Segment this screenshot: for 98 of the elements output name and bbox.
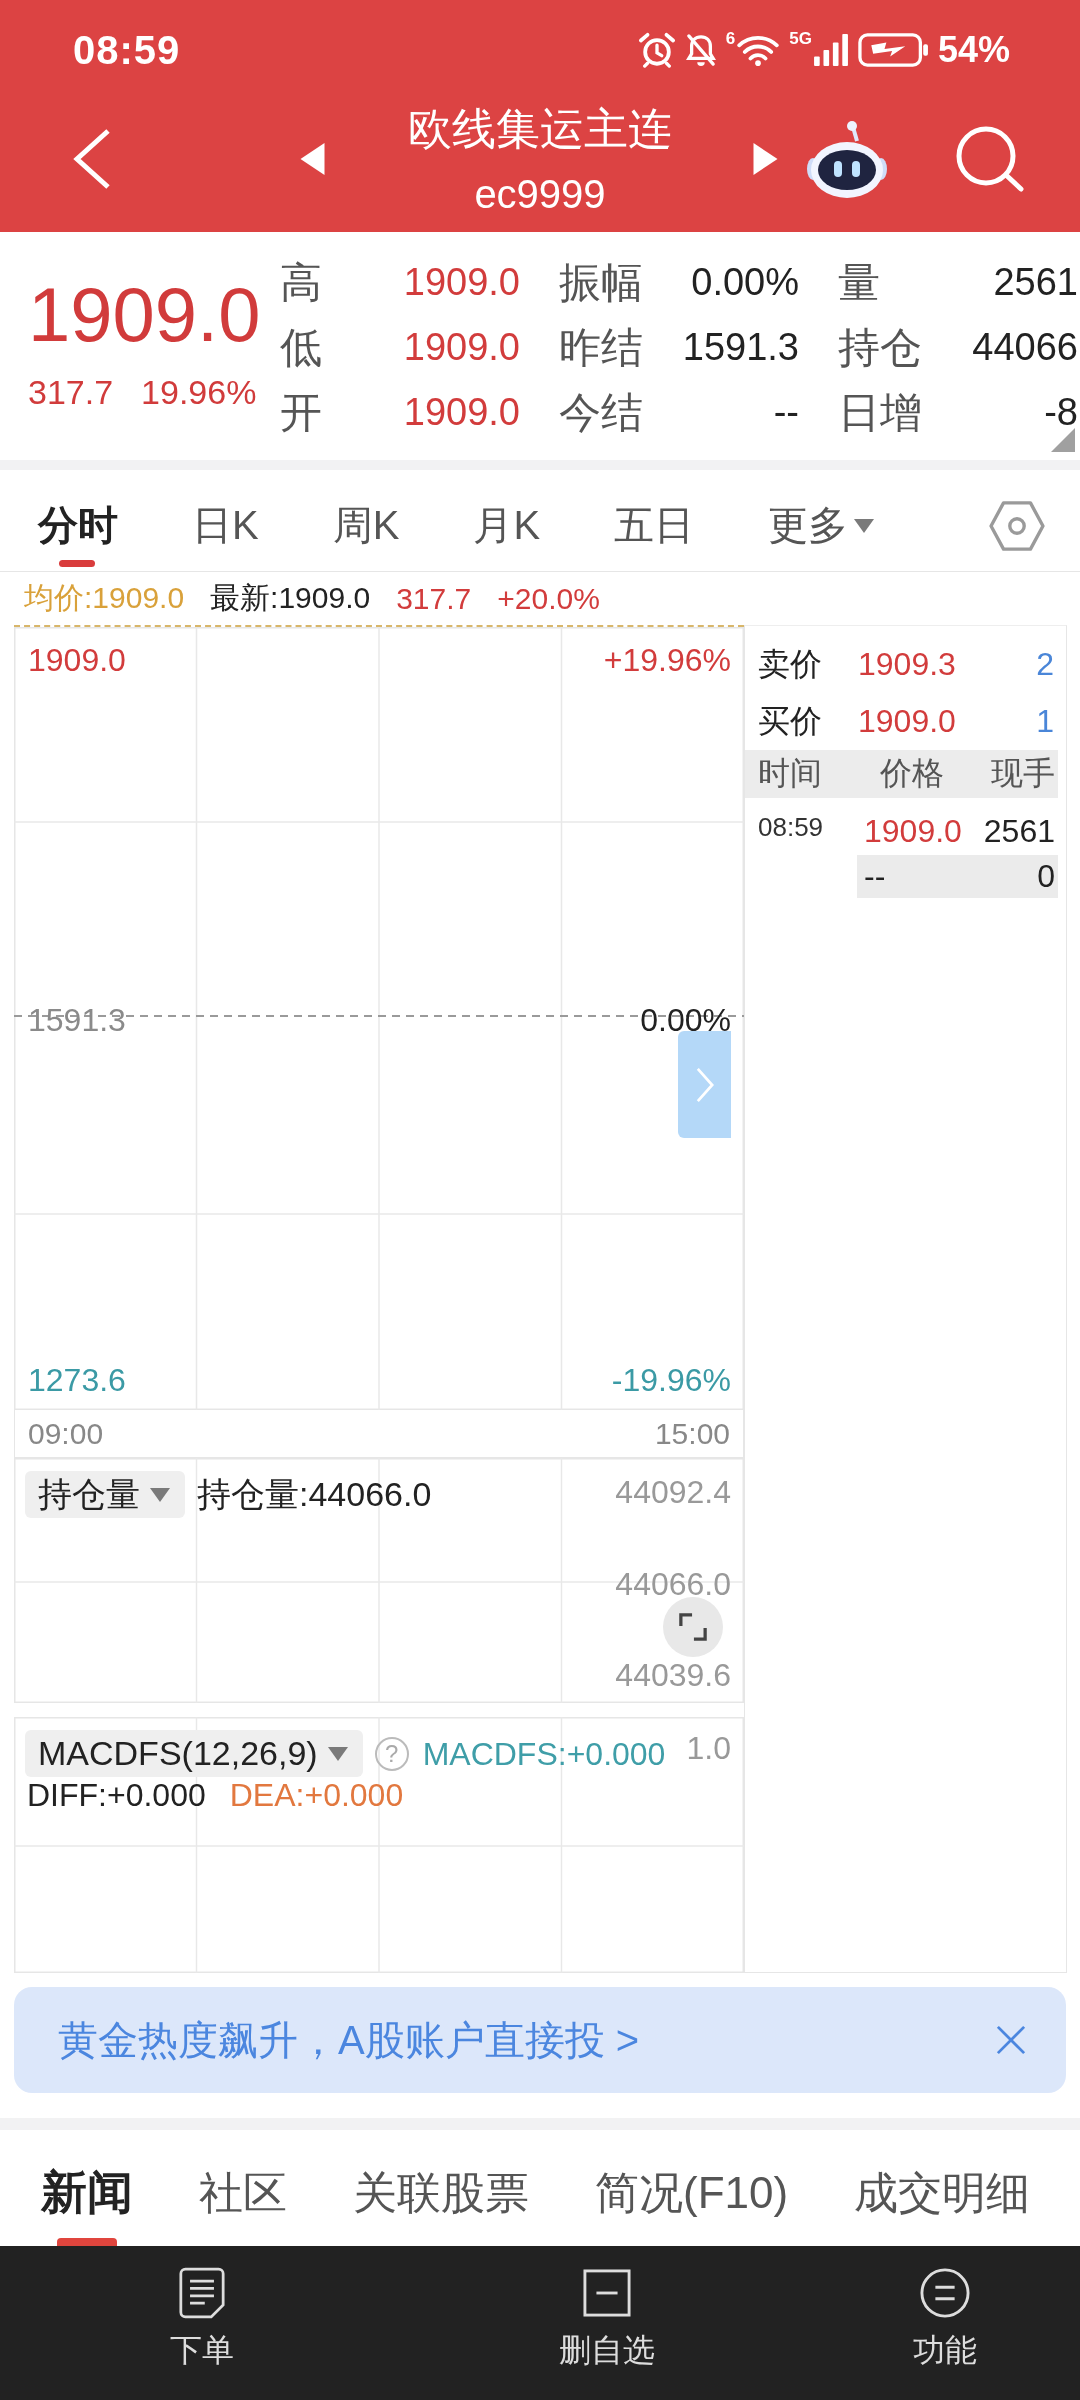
content-tab[interactable]: 社区 — [199, 2130, 287, 2246]
axis-label: 44092.4 — [615, 1474, 731, 1510]
volume-value: 2 — [1036, 646, 1054, 683]
content-tab[interactable]: 新闻 — [41, 2130, 133, 2246]
axis-label: 44066.0 — [615, 1565, 731, 1602]
table-cell-text: 1909.0 — [863, 812, 963, 851]
table-cell-text: 2561 — [982, 812, 1056, 851]
minus-square-icon — [583, 2266, 631, 2320]
quote-value: -- — [773, 391, 799, 434]
price-change: 317.7 — [28, 372, 114, 412]
content-tab[interactable]: 简况(F10) — [595, 2130, 789, 2246]
quote-label: 低 — [280, 322, 322, 373]
axis-label: 1.0 — [686, 1729, 732, 1766]
wifi-icon — [737, 34, 780, 66]
robot-icon[interactable] — [805, 119, 889, 199]
change-percent: 19.96% — [141, 372, 257, 412]
indicator-readout: DIFF:+0.000 — [27, 1777, 206, 1813]
chart-tab[interactable]: 日K — [192, 470, 259, 571]
caret-icon — [854, 518, 875, 533]
axis-label: 1273.6 — [28, 1361, 126, 1400]
indicator-dropdown[interactable]: 持仓量 — [25, 1471, 185, 1518]
quote-label: 昨结 — [559, 322, 643, 373]
quote-value: 0.00% — [691, 261, 799, 304]
table-cell: 0 — [967, 855, 1058, 898]
last-price: 1909.0 — [28, 271, 262, 359]
bell-off-icon — [685, 33, 716, 67]
table-cell: -- — [857, 855, 967, 898]
quote-label: 买价 — [758, 701, 823, 741]
network-label: 6 — [725, 30, 736, 48]
quote-value: 44066 — [972, 326, 1078, 369]
battery-icon — [857, 33, 928, 67]
nav-button[interactable]: 删自选 — [547, 2246, 667, 2400]
indicator-dropdown[interactable]: MACDFS(12,26,9) — [25, 1730, 363, 1777]
axis-label: 1909.0 — [28, 641, 126, 680]
settings-icon[interactable] — [989, 500, 1045, 551]
quote-label: 日增 — [838, 387, 922, 438]
axis-label: +19.96% — [603, 641, 731, 680]
quote-value: 1591.3 — [682, 326, 799, 369]
chevron-right-icon — [695, 1066, 714, 1103]
chart-tab[interactable]: 五日 — [614, 470, 695, 571]
column-header: 现手 — [990, 754, 1056, 793]
content-tab[interactable]: 关联股票 — [353, 2130, 529, 2246]
back-icon[interactable] — [72, 128, 112, 190]
nav-button[interactable]: 功能 — [885, 2246, 1005, 2400]
caret-icon — [327, 1746, 348, 1761]
quote-label: 量 — [838, 257, 880, 308]
battery-percent: 54% — [937, 29, 1010, 71]
column-header: 价格 — [879, 754, 945, 793]
quote-label: 持仓 — [838, 322, 922, 373]
close-icon[interactable] — [996, 2025, 1026, 2055]
contract-code: ec9999 — [474, 170, 606, 218]
quote-label: 卖价 — [758, 644, 823, 684]
axis-label: 0.00% — [640, 1001, 731, 1040]
quote-label: 今结 — [559, 387, 643, 438]
signal-icon — [813, 34, 848, 66]
price-value: 1909.0 — [858, 703, 957, 740]
contract-name: 欧线集运主连 — [408, 102, 672, 155]
caret-icon — [150, 1487, 170, 1502]
corner-brackets-icon — [679, 1613, 707, 1641]
equals-circle-icon — [920, 2266, 970, 2320]
quote-label: 高 — [280, 257, 322, 308]
quote-value: 1909.0 — [403, 261, 520, 304]
time-label: 09:00 — [28, 1416, 104, 1451]
price-value: 1909.3 — [858, 646, 957, 683]
table-cell-text: 08:59 — [758, 811, 825, 843]
indicator-readout: MACDFS:+0.000 — [422, 1735, 666, 1772]
legend-text: 最新:1909.0 — [210, 580, 371, 616]
indicator-readout: DEA:+0.000 — [229, 1777, 404, 1813]
chart-tab[interactable]: 周K — [332, 470, 400, 571]
quote-value: 2561 — [993, 261, 1078, 304]
legend-text: 均价:1909.0 — [24, 580, 185, 616]
indicator-readout: 持仓量:44066.0 — [197, 1473, 432, 1515]
corner-triangle-icon — [1051, 428, 1075, 452]
alarm-icon — [637, 32, 676, 68]
time-label: 15:00 — [654, 1416, 730, 1451]
quote-label: 开 — [280, 387, 322, 438]
legend-text: 317.7 — [396, 581, 472, 616]
quote-label: 振幅 — [559, 257, 643, 308]
quote-value: -8 — [1044, 391, 1078, 434]
chart-tab[interactable]: 月K — [473, 470, 541, 571]
nav-button[interactable]: 下单 — [142, 2246, 262, 2400]
column-header: 时间 — [758, 754, 823, 793]
quote-value: 1909.0 — [403, 391, 520, 434]
chart-tab[interactable]: 更多 — [768, 470, 875, 571]
document-icon — [179, 2266, 225, 2320]
network-label: 5G — [789, 30, 812, 48]
axis-label: 44039.6 — [615, 1657, 731, 1693]
left-triangle-icon[interactable] — [300, 143, 325, 175]
search-icon[interactable] — [955, 125, 1025, 193]
quote-value: 1909.0 — [403, 326, 520, 369]
content-tab[interactable]: 成交明细 — [854, 2130, 1031, 2246]
chart-tab[interactable]: 分时 — [38, 470, 118, 571]
status-time: 08:59 — [73, 27, 181, 73]
axis-label: 1591.3 — [28, 1001, 126, 1040]
axis-label: -19.96% — [611, 1361, 731, 1400]
legend-text: +20.0% — [497, 581, 600, 616]
right-triangle-icon[interactable] — [753, 143, 778, 175]
volume-value: 1 — [1036, 703, 1054, 740]
